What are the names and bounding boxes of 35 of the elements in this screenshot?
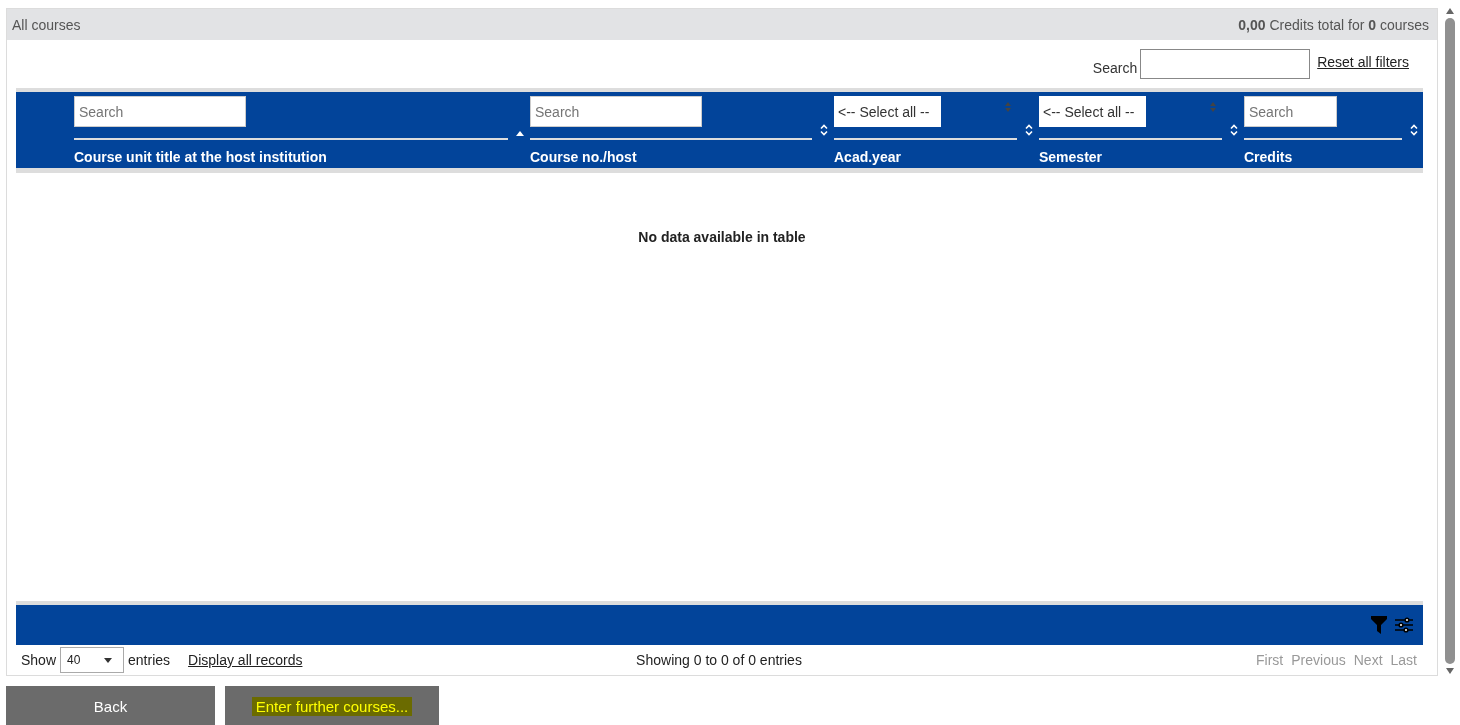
select-dropdown[interactable]: <-- Select all -- — [834, 96, 941, 127]
reset-filters-link[interactable]: Reset all filters — [1317, 54, 1409, 70]
sliders-icon[interactable] — [1395, 617, 1413, 633]
search-field[interactable]: Search — [74, 96, 246, 127]
column-header[interactable]: Acad.year — [834, 149, 1039, 165]
credits-summary: 0,00 Credits total for 0 courses — [1238, 16, 1429, 33]
select-dropdown[interactable]: <-- Select all -- — [1039, 96, 1146, 127]
sort-icon[interactable] — [820, 124, 828, 136]
enter-courses-button[interactable]: Enter further courses... — [225, 686, 439, 725]
table-info: Showing 0 to 0 of 0 entries — [636, 652, 802, 668]
search-label: Search — [1092, 60, 1138, 76]
search-field[interactable] — [1140, 49, 1311, 79]
sort-icon[interactable] — [1410, 124, 1418, 136]
column-header[interactable]: Credits — [1244, 149, 1424, 165]
updown-icon — [1210, 102, 1216, 112]
show-label: Show — [21, 652, 57, 668]
entries-dropdown[interactable]: 40 — [60, 647, 125, 673]
caret-icon — [104, 657, 113, 663]
sort-icon[interactable] — [1025, 124, 1033, 136]
sort-icon[interactable] — [1230, 124, 1238, 136]
entries-label: entries — [128, 652, 171, 668]
column-header[interactable]: Course no./host — [530, 149, 834, 165]
search-field[interactable]: Search — [1244, 96, 1337, 127]
column-header[interactable]: Semester — [1039, 149, 1244, 165]
panel-title: All courses — [12, 16, 81, 33]
search-field[interactable]: Search — [530, 96, 702, 127]
sort-ascending-icon[interactable] — [516, 130, 524, 136]
scroll-down-icon[interactable] — [1446, 668, 1454, 674]
scroll-up-icon[interactable] — [1446, 8, 1454, 14]
display-all-link[interactable]: Display all records — [188, 652, 303, 668]
updown-icon — [1005, 102, 1011, 112]
empty-message: No data available in table — [638, 229, 806, 247]
back-button[interactable]: Back — [6, 686, 215, 725]
column-header[interactable]: Course unit title at the host institution — [74, 149, 530, 165]
scrollbar[interactable] — [1442, 8, 1458, 674]
